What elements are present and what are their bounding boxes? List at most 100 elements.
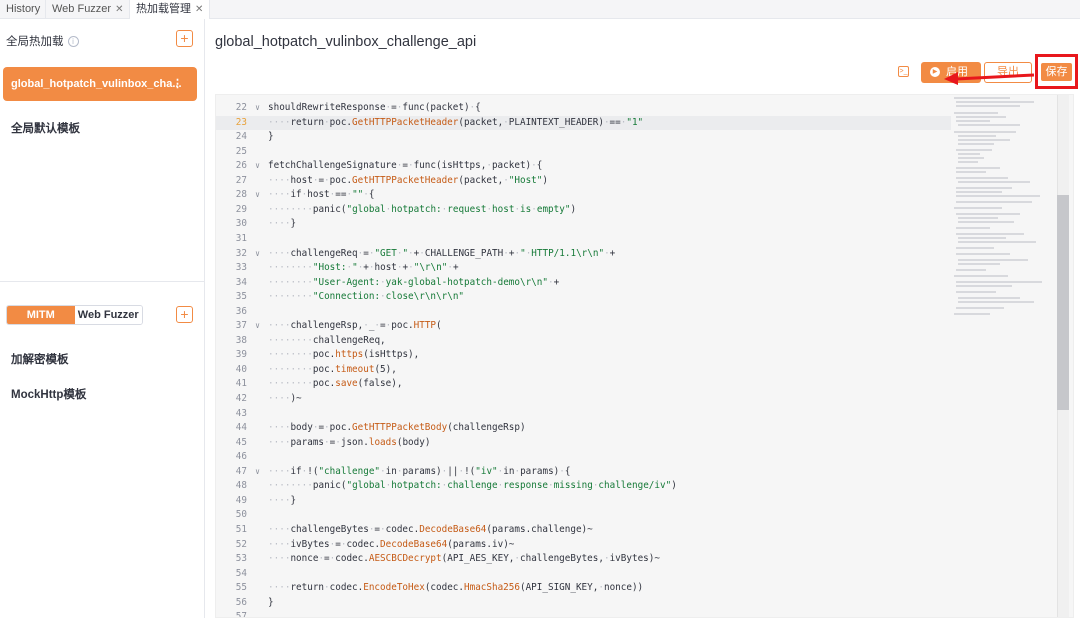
code-line[interactable]: 44 ····body·=·poc.GetHTTPPacketBody(chall… xyxy=(216,421,951,435)
line-number: 24 xyxy=(235,131,247,143)
terminal-icon[interactable]: >_ xyxy=(898,66,909,77)
line-number: 38 xyxy=(235,334,247,346)
code-editor[interactable]: 22 ∨ shouldRewriteResponse·=·func(packet)·… xyxy=(215,94,1074,618)
code-line[interactable]: 47 ∨ ····if·!("challenge"·in·params)·||·!(… xyxy=(216,465,951,479)
code-line[interactable]: 25 xyxy=(216,145,951,159)
code-line[interactable]: 50 xyxy=(216,508,951,522)
close-icon[interactable]: ✕ xyxy=(195,4,203,15)
line-number: 29 xyxy=(235,203,247,215)
code-line[interactable]: 49 ····} xyxy=(216,494,951,508)
code-line[interactable]: 29 ········panic("global·hotpatch:·reques… xyxy=(216,203,951,217)
sidebar-title-text: 全局热加载 xyxy=(6,36,64,48)
code-line[interactable]: 56} xyxy=(216,596,951,610)
code-line[interactable]: 48 ········panic("global·hotpatch:·challe… xyxy=(216,479,951,493)
code-line[interactable]: 34 ········"User-Agent:·yak-global-hotpat… xyxy=(216,276,951,290)
line-number: 26 xyxy=(235,160,247,172)
info-icon[interactable]: i xyxy=(67,36,79,48)
code-text: ········panic("global·hotpatch:·challeng… xyxy=(268,480,677,492)
code-line[interactable]: 22 ∨ shouldRewriteResponse·=·func(packet)·… xyxy=(216,101,951,115)
code-line[interactable]: 30 ····} xyxy=(216,217,951,231)
code-line[interactable]: 51 ····challengeBytes·=·codec.DecodeBase6… xyxy=(216,523,951,537)
code-text: ····if·!("challenge"·in·params)·||·!("iv… xyxy=(268,465,571,477)
code-text: ····challengeBytes·=·codec.DecodeBase64(… xyxy=(268,523,593,535)
code-line[interactable]: 46 xyxy=(216,450,951,464)
code-text: ········poc.https(isHttps), xyxy=(268,349,420,361)
save-button[interactable]: 保存 xyxy=(1041,63,1072,81)
line-number: 28 xyxy=(235,189,247,201)
code-line[interactable]: 43 xyxy=(216,407,951,421)
line-number: 31 xyxy=(235,232,247,244)
code-line[interactable]: 53 ····nonce·=·codec.AESCBCDecrypt(API_AE… xyxy=(216,552,951,566)
code-line[interactable]: 33 ········"Host:·"·+·host·+·"\r\n"·+ xyxy=(216,261,951,275)
sidebar-divider xyxy=(0,281,204,282)
code-line[interactable]: 39 ········poc.https(isHttps), xyxy=(216,348,951,362)
line-number: 45 xyxy=(235,436,247,448)
code-line[interactable]: 42 ····)~ xyxy=(216,392,951,406)
code-text: ········challengeReq, xyxy=(268,334,386,346)
fold-chevron-icon[interactable]: ∨ xyxy=(247,465,268,479)
segment-mitm[interactable]: MITM xyxy=(7,306,75,324)
code-text: } xyxy=(268,131,274,143)
code-line[interactable]: 55 ····return·codec.EncodeToHex(codec.Hma… xyxy=(216,581,951,595)
code-line[interactable]: 38 ········challengeReq, xyxy=(216,334,951,348)
template-type-switch: MITM Web Fuzzer xyxy=(6,305,143,325)
segment-web-fuzzer[interactable]: Web Fuzzer xyxy=(74,306,142,324)
fold-chevron-icon[interactable]: ∨ xyxy=(247,319,268,333)
sidebar-item-default-template[interactable]: 全局默认模板 xyxy=(11,120,80,136)
more-vertical-icon[interactable]: ⋮ xyxy=(172,67,183,101)
tab-label: 热加载管理 xyxy=(136,3,191,15)
code-text: ········poc.timeout(5), xyxy=(268,363,397,375)
code-line[interactable]: 37 ∨ ····challengeRsp,·_·=·poc.HTTP( xyxy=(216,319,951,333)
play-icon: ▶ xyxy=(930,67,940,78)
code-line[interactable]: 27 ····host·=·poc.GetHTTPPacketHeader(pac… xyxy=(216,174,951,188)
tab-web-fuzzer[interactable]: Web Fuzzer ✕ xyxy=(46,0,130,19)
code-line[interactable]: 41 ········poc.save(false), xyxy=(216,377,951,391)
add-hotpatch-button[interactable]: + xyxy=(176,30,193,47)
code-line[interactable]: 57 xyxy=(216,610,951,617)
code-text: ····params·=·json.loads(body) xyxy=(268,436,431,448)
line-number: 42 xyxy=(235,393,247,404)
fold-chevron-icon[interactable]: ∨ xyxy=(247,159,268,173)
code-line[interactable]: 36 xyxy=(216,305,951,319)
line-number: 40 xyxy=(235,363,247,375)
sidebar-item-active-template[interactable]: global_hotpatch_vulinbox_cha... ⋮ xyxy=(3,67,197,101)
plus-icon: + xyxy=(180,30,189,46)
code-text: ········"Host:·"·+·host·+·"\r\n"·+ xyxy=(268,262,459,274)
close-icon[interactable]: ✕ xyxy=(115,4,123,15)
line-number: 46 xyxy=(235,451,247,463)
line-number: 52 xyxy=(235,538,247,550)
code-line[interactable]: 23 ····return·poc.GetHTTPPacketHeader(pac… xyxy=(216,115,951,130)
code-line[interactable]: 35 ········"Connection:·close\r\n\r\n" xyxy=(216,290,951,304)
line-number: 35 xyxy=(235,291,247,303)
line-number: 22 xyxy=(235,102,247,113)
line-number: 55 xyxy=(235,582,247,594)
scrollbar-thumb[interactable] xyxy=(1057,195,1069,410)
line-number: 53 xyxy=(235,553,247,565)
fold-chevron-icon[interactable]: ∨ xyxy=(247,247,268,261)
line-number: 32 xyxy=(235,247,247,259)
fold-chevron-icon[interactable]: ∨ xyxy=(247,101,268,115)
tab-hotpatch-manager[interactable]: 热加载管理 ✕ xyxy=(130,0,210,19)
line-number: 37 xyxy=(235,320,247,332)
fold-chevron-icon[interactable]: ∨ xyxy=(247,188,268,202)
save-highlight-box: 保存 xyxy=(1035,54,1078,89)
code-line[interactable]: 31 xyxy=(216,232,951,246)
line-number: 48 xyxy=(235,480,247,492)
sidebar-item-mockhttp-template[interactable]: MockHttp模板 xyxy=(11,386,86,402)
code-text: ········poc.save(false), xyxy=(268,378,403,390)
code-line[interactable]: 26 ∨ fetchChallengeSignature·=·func(isHttp… xyxy=(216,159,951,173)
code-line[interactable]: 32 ∨ ····challengeReq·=·"GET·"·+·CHALLENGE… xyxy=(216,247,951,261)
code-line[interactable]: 28 ∨ ····if·host·==·""·{ xyxy=(216,188,951,202)
code-line[interactable]: 24} xyxy=(216,130,951,144)
line-number: 56 xyxy=(235,596,247,608)
add-template-button[interactable]: + xyxy=(176,306,193,323)
tab-history[interactable]: History xyxy=(0,0,46,19)
code-line[interactable]: 40 ········poc.timeout(5), xyxy=(216,363,951,377)
code-line[interactable]: 45 ····params·=·json.loads(body) xyxy=(216,436,951,450)
code-line[interactable]: 54 xyxy=(216,567,951,581)
code-line[interactable]: 52 ····ivBytes·=·codec.DecodeBase64(param… xyxy=(216,538,951,552)
plus-icon: + xyxy=(180,306,189,322)
main-panel: global_hotpatch_vulinbox_challenge_api >… xyxy=(206,19,1080,618)
code-text: ········"User-Agent:·yak-global-hotpatch… xyxy=(268,276,560,288)
sidebar-item-codec-template[interactable]: 加解密模板 xyxy=(11,351,69,367)
